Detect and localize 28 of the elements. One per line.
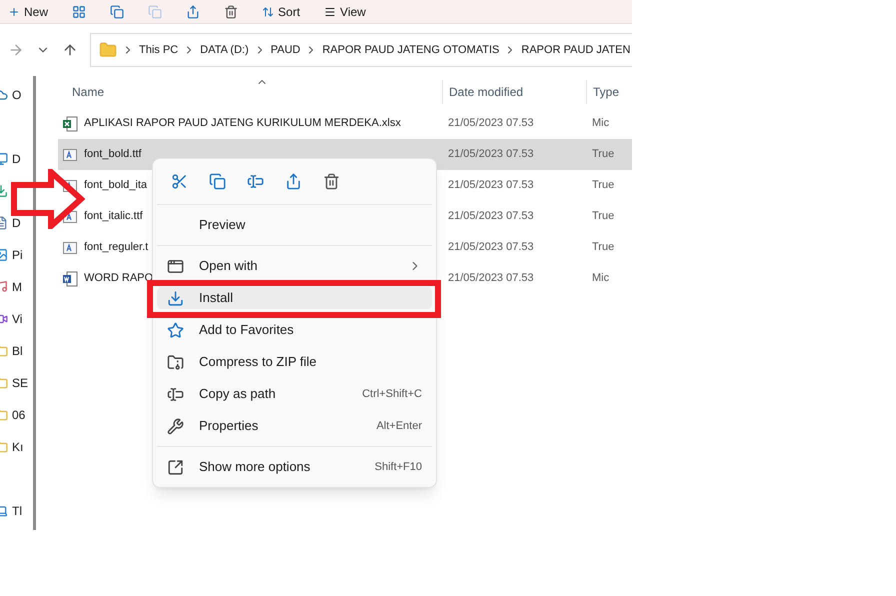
file-name: font_bold_ita	[84, 178, 147, 194]
shortcut-text: Ctrl+Shift+C	[362, 386, 422, 402]
date-cell-text: 21/05/2023 07.53	[447, 240, 535, 256]
menu-label: Show more options	[199, 458, 312, 476]
date-cell-text: 21/05/2023 07.53	[447, 178, 535, 194]
menu-label: Copy as path	[199, 385, 277, 404]
type-cell-text: True	[591, 240, 614, 256]
type-cell-text: Mic	[591, 116, 610, 132]
file-name: font_bold.ttf	[84, 147, 142, 162]
date-cell-text: 21/05/2023 07.53	[447, 116, 535, 132]
type-cell-text: True	[591, 147, 614, 162]
menu-label: Properties	[199, 417, 260, 436]
date-cell-text: 21/05/2023 07.53	[447, 147, 535, 162]
shortcut-text: Shift+F10	[374, 460, 422, 475]
menu-label: Preview	[199, 216, 246, 234]
menu-label: Open with	[199, 257, 259, 276]
menu-label: Add to Favorites	[199, 321, 295, 340]
date-cell-text: 21/05/2023 07.53	[447, 271, 535, 286]
type-cell-text: Mic	[591, 271, 610, 286]
type-cell-text: True	[591, 209, 614, 224]
type-cell-text: True	[591, 178, 614, 194]
menu-label: Install	[199, 289, 234, 308]
menu-label: Compress to ZIP file	[199, 353, 318, 372]
file-name: font_reguler.t	[84, 240, 148, 256]
shortcut-text: Alt+Enter	[376, 418, 422, 434]
file-name: font_italic.ttf	[84, 209, 143, 224]
file-name: APLIKASI RAPOR PAUD JATENG KURIKULUM MERDEKA.xlsx	[84, 116, 401, 132]
date-cell-text: 21/05/2023 07.53	[447, 209, 535, 224]
